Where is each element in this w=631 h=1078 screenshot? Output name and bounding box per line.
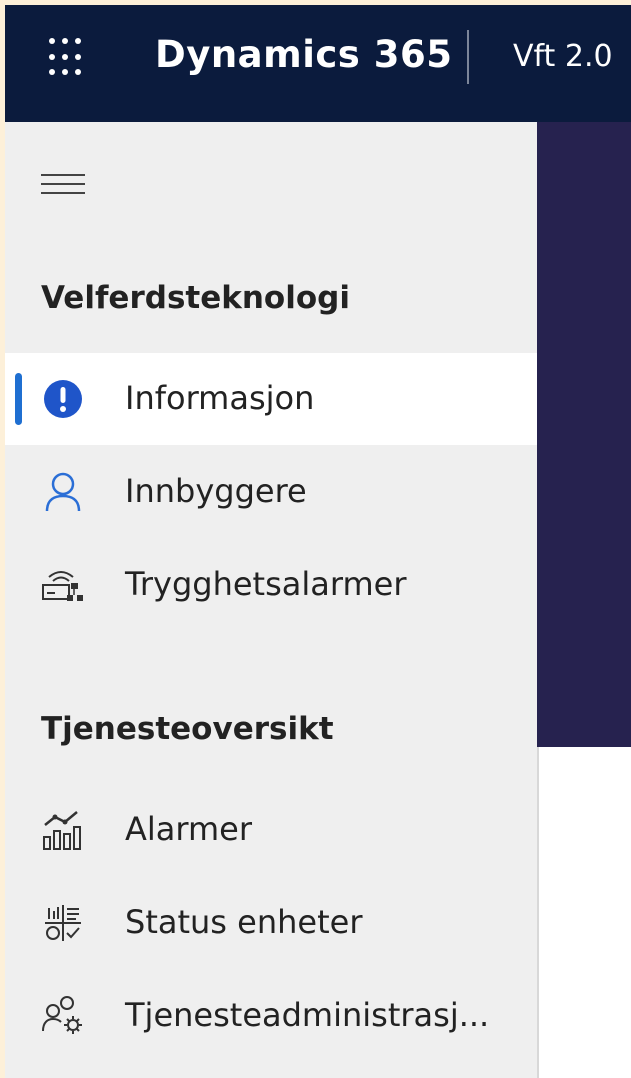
status-grid-icon — [41, 901, 85, 945]
sidebar-item-label: Alarmer — [125, 810, 252, 848]
alarm-device-network-icon — [41, 563, 85, 607]
person-icon — [41, 470, 85, 514]
sidebar-item-alarmer[interactable]: Alarmer — [5, 784, 537, 876]
sidebar-item-innbyggere[interactable]: Innbyggere — [5, 446, 537, 538]
sidebar-item-status-enheter[interactable]: Status enheter — [5, 877, 537, 969]
chart-trend-icon — [41, 808, 85, 852]
section-title-velferdsteknologi: Velferdsteknologi — [41, 280, 350, 316]
sidebar-item-label: Trygghetsalarmer — [125, 565, 407, 603]
sidebar-item-label: Innbyggere — [125, 472, 307, 510]
sidebar-item-label: Informasjon — [125, 379, 315, 417]
people-settings-icon — [41, 994, 85, 1038]
section-title-tjenesteoversikt: Tjenesteoversikt — [41, 711, 334, 747]
sidebar-item-label: Tjenesteadministrasj... — [125, 996, 490, 1034]
product-title[interactable]: Dynamics 365 — [155, 33, 452, 76]
sidebar-item-tjenesteadministrasjon[interactable]: Tjenesteadministrasj... — [5, 970, 537, 1062]
main-content-banner — [537, 122, 631, 747]
hamburger-icon[interactable] — [41, 174, 85, 196]
header-divider — [467, 30, 469, 84]
app-window: Dynamics 365 Vft 2.0 Velferdsteknologi I… — [5, 5, 631, 1078]
sidebar-item-label: Status enheter — [125, 903, 363, 941]
waffle-icon[interactable] — [49, 38, 89, 78]
app-name[interactable]: Vft 2.0 — [513, 39, 613, 74]
site-map-sidebar: Velferdsteknologi Informasjon Innbyggere — [5, 122, 537, 1078]
top-navigation-bar: Dynamics 365 Vft 2.0 — [5, 5, 631, 122]
selected-indicator — [15, 373, 22, 425]
sidebar-item-informasjon[interactable]: Informasjon — [5, 353, 537, 445]
info-circle-icon — [41, 377, 85, 421]
sidebar-item-trygghetsalarmer[interactable]: Trygghetsalarmer — [5, 539, 537, 631]
